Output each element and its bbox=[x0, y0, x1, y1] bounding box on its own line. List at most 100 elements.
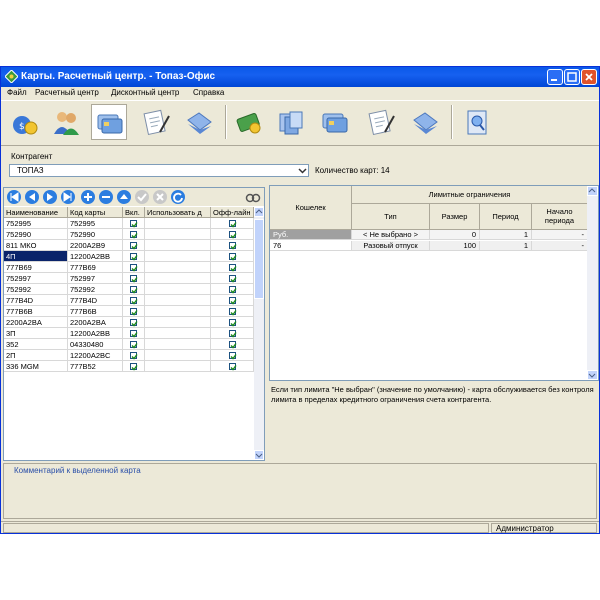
table-cell-name[interactable]: 2200A2BA bbox=[4, 317, 68, 328]
prev-record-button[interactable] bbox=[25, 190, 39, 204]
table-cell-enabled[interactable] bbox=[123, 350, 145, 361]
checkbox[interactable] bbox=[229, 341, 237, 349]
table-row[interactable]: 752997 752997 bbox=[4, 273, 256, 284]
checkbox[interactable] bbox=[229, 220, 237, 228]
checkbox[interactable] bbox=[229, 231, 237, 239]
table-row[interactable]: 752992 752992 bbox=[4, 284, 256, 295]
table-row[interactable]: 352 04330480 bbox=[4, 339, 256, 350]
table-cell-offline[interactable] bbox=[211, 361, 254, 372]
col-name-header[interactable]: Наименование bbox=[4, 207, 68, 218]
table-cell-enabled[interactable] bbox=[123, 251, 145, 262]
edit-record-button[interactable] bbox=[117, 190, 131, 204]
table-cell-code[interactable]: 752995 bbox=[68, 218, 123, 229]
col-type-header[interactable]: Тип bbox=[352, 204, 430, 230]
checkbox[interactable] bbox=[130, 341, 138, 349]
table-cell-offline[interactable] bbox=[211, 295, 254, 306]
col-start-header[interactable]: Начало периода bbox=[532, 204, 588, 230]
title-bar[interactable]: Карты. Расчетный центр. - Топаз-Офис bbox=[1, 67, 599, 87]
table-row[interactable]: 336 MGM 777B52 bbox=[4, 361, 256, 372]
table-cell-offline[interactable] bbox=[211, 306, 254, 317]
toolbar-notebook-button-2[interactable] bbox=[407, 104, 443, 140]
table-row[interactable]: 3П 12200A2BB bbox=[4, 328, 256, 339]
checkbox[interactable] bbox=[130, 297, 138, 305]
checkbox[interactable] bbox=[229, 242, 237, 250]
table-row[interactable]: 811 МКО 2200A2B9 bbox=[4, 240, 256, 251]
table-cell-code[interactable]: 752997 bbox=[68, 273, 123, 284]
checkbox[interactable] bbox=[229, 308, 237, 316]
checkbox[interactable] bbox=[130, 319, 138, 327]
checkbox[interactable] bbox=[229, 253, 237, 261]
table-row[interactable]: 2200A2BA 2200A2BA bbox=[4, 317, 256, 328]
toolbar-users-button[interactable] bbox=[48, 104, 84, 140]
checkbox[interactable] bbox=[130, 220, 138, 228]
col-code-header[interactable]: Код карты bbox=[68, 207, 123, 218]
checkbox[interactable] bbox=[229, 286, 237, 294]
table-cell-use[interactable] bbox=[145, 262, 211, 273]
table-cell-name[interactable]: 752995 bbox=[4, 218, 68, 229]
post-record-button[interactable] bbox=[135, 190, 149, 204]
col-use-header[interactable]: Использовать д bbox=[145, 207, 211, 218]
table-cell-enabled[interactable] bbox=[123, 262, 145, 273]
table-cell-enabled[interactable] bbox=[123, 284, 145, 295]
limit-cell-wallet[interactable]: 76 bbox=[270, 241, 352, 251]
table-row[interactable]: 777B6B 777B6B bbox=[4, 306, 256, 317]
table-cell-name[interactable]: 2П bbox=[4, 350, 68, 361]
checkbox[interactable] bbox=[130, 264, 138, 272]
table-row[interactable]: 4П 12200A2BB bbox=[4, 251, 256, 262]
checkbox[interactable] bbox=[229, 363, 237, 371]
toolbar-notebook-button[interactable] bbox=[181, 104, 217, 140]
refresh-button[interactable] bbox=[171, 190, 185, 204]
table-cell-offline[interactable] bbox=[211, 273, 254, 284]
table-cell-offline[interactable] bbox=[211, 317, 254, 328]
table-cell-use[interactable] bbox=[145, 328, 211, 339]
limit-cell-start[interactable]: - bbox=[532, 241, 588, 251]
limit-cell-size[interactable]: 0 bbox=[430, 230, 480, 240]
menu-file[interactable]: Файл bbox=[7, 88, 27, 97]
scroll-down-button[interactable] bbox=[587, 370, 598, 380]
table-cell-code[interactable]: 752990 bbox=[68, 229, 123, 240]
table-cell-offline[interactable] bbox=[211, 284, 254, 295]
table-cell-offline[interactable] bbox=[211, 328, 254, 339]
table-cell-offline[interactable] bbox=[211, 350, 254, 361]
table-cell-use[interactable] bbox=[145, 295, 211, 306]
table-cell-name[interactable]: 777B4D bbox=[4, 295, 68, 306]
table-cell-use[interactable] bbox=[145, 240, 211, 251]
cards-scrollbar[interactable] bbox=[254, 207, 264, 460]
table-cell-use[interactable] bbox=[145, 251, 211, 262]
table-cell-code[interactable]: 2200A2BA bbox=[68, 317, 123, 328]
table-cell-enabled[interactable] bbox=[123, 295, 145, 306]
table-cell-name[interactable]: 777B6B bbox=[4, 306, 68, 317]
toolbar-money-button[interactable]: $ bbox=[6, 104, 42, 140]
filter-button[interactable] bbox=[245, 190, 261, 204]
table-cell-code[interactable]: 777B4D bbox=[68, 295, 123, 306]
limit-cell-start[interactable]: - bbox=[532, 230, 588, 240]
toolbar-document-button-2[interactable] bbox=[363, 104, 399, 140]
toolbar-card-coins-button[interactable] bbox=[231, 104, 267, 140]
toolbar-card-stack-button[interactable] bbox=[273, 104, 309, 140]
table-cell-name[interactable]: 752997 bbox=[4, 273, 68, 284]
scroll-up-button[interactable] bbox=[587, 186, 598, 196]
col-offline-header[interactable]: Офф-лайн bbox=[211, 207, 254, 218]
table-cell-use[interactable] bbox=[145, 273, 211, 284]
table-cell-use[interactable] bbox=[145, 361, 211, 372]
table-cell-enabled[interactable] bbox=[123, 361, 145, 372]
table-cell-enabled[interactable] bbox=[123, 273, 145, 284]
contragent-select[interactable]: ТОПАЗ bbox=[9, 164, 309, 177]
delete-record-button[interactable] bbox=[99, 190, 113, 204]
limit-cell-period[interactable]: 1 bbox=[480, 241, 532, 251]
table-cell-code[interactable]: 777B6B bbox=[68, 306, 123, 317]
scroll-up-button[interactable] bbox=[254, 207, 264, 217]
table-cell-enabled[interactable] bbox=[123, 306, 145, 317]
toolbar-cards-button-2[interactable] bbox=[317, 104, 353, 140]
checkbox[interactable] bbox=[130, 231, 138, 239]
table-cell-offline[interactable] bbox=[211, 251, 254, 262]
col-enabled-header[interactable]: Вкл. bbox=[123, 207, 145, 218]
toolbar-report-button[interactable] bbox=[459, 104, 495, 140]
limit-cell-period[interactable]: 1 bbox=[480, 230, 532, 240]
checkbox[interactable] bbox=[130, 253, 138, 261]
table-cell-offline[interactable] bbox=[211, 262, 254, 273]
table-cell-code[interactable]: 777B52 bbox=[68, 361, 123, 372]
limit-cell-type[interactable]: < Не выбрано > bbox=[352, 230, 430, 240]
toolbar-cards-button[interactable] bbox=[91, 104, 127, 140]
checkbox[interactable] bbox=[130, 308, 138, 316]
